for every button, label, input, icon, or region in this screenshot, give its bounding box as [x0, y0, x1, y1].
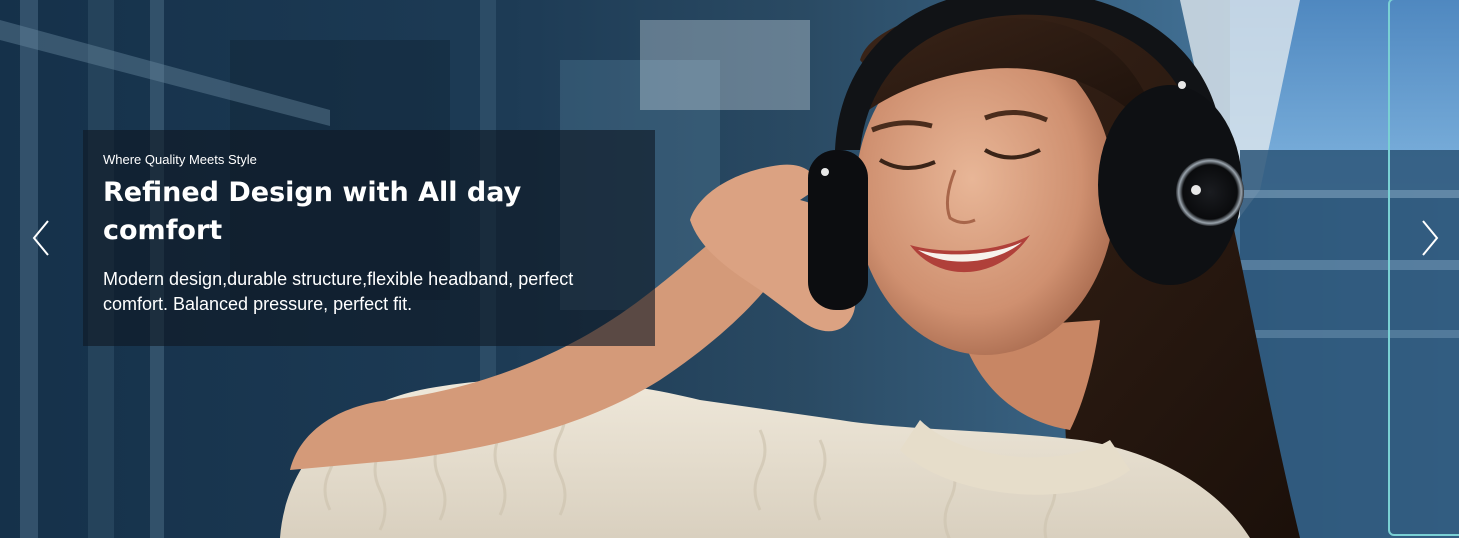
carousel-prev-button[interactable] — [23, 210, 59, 266]
chevron-right-icon — [1422, 220, 1439, 256]
slide-eyebrow: Where Quality Meets Style — [103, 152, 257, 167]
slide-description: Modern design,durable structure,flexible… — [103, 269, 574, 314]
chevron-left-icon — [32, 220, 49, 256]
hero-carousel: Where Quality Meets Style Refined Design… — [0, 0, 1459, 538]
carousel-next-button[interactable] — [1412, 210, 1448, 266]
next-button-focus-ring — [1388, 0, 1459, 536]
slide-caption: Where Quality Meets Style Refined Design… — [83, 130, 655, 346]
slide-headline: Refined Design with All day comfort — [103, 177, 522, 246]
